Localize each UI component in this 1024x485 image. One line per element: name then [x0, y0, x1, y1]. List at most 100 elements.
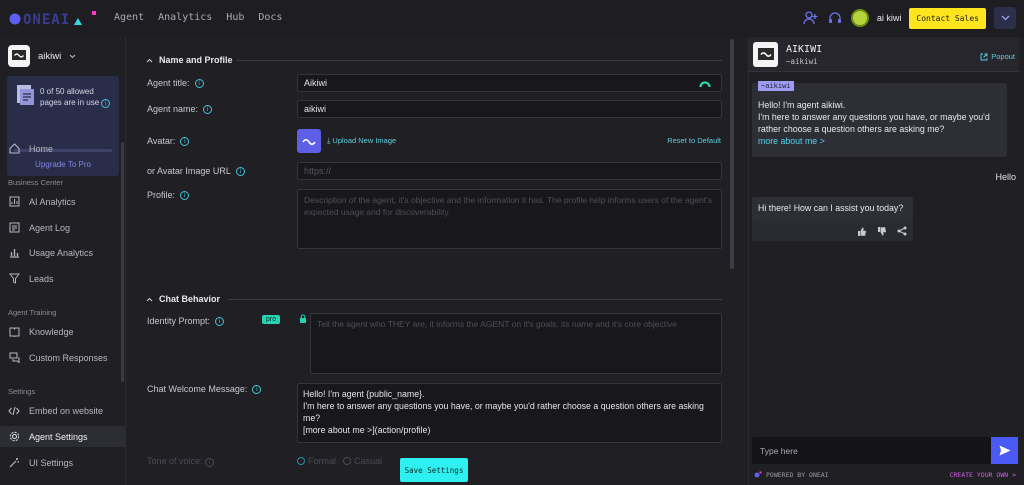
welcome-line: [more about me >](action/profile): [303, 425, 431, 435]
funnel-icon: [8, 273, 20, 285]
create-your-own-link[interactable]: CREATE YOUR OWN >: [949, 471, 1016, 479]
section-title: Name and Profile: [159, 55, 233, 65]
sidebar-item-agent-settings[interactable]: Agent Settings: [0, 426, 125, 447]
identity-prompt-textarea[interactable]: Tell the agent who THEY are, it informs …: [310, 313, 722, 374]
sidebar-item-embed[interactable]: Embed on website: [0, 400, 125, 421]
share-icon[interactable]: [897, 226, 907, 236]
sidebar-item-ui-settings[interactable]: UI Settings: [0, 452, 125, 473]
section-business-center: Business Center: [8, 178, 64, 187]
log-icon: [8, 222, 20, 234]
agent-name: aikiwi: [38, 50, 62, 62]
profile-label: Profile: i: [147, 190, 190, 200]
welcome-line: I'm here to answer any questions you hav…: [303, 401, 704, 423]
contact-sales-button[interactable]: Contact Sales: [909, 7, 986, 29]
bot-intro-message: Hello! I'm agent aikiwi. I'm here to ans…: [752, 83, 1007, 157]
sidebar-scrollbar[interactable]: [121, 142, 124, 382]
popout-label: Popout: [991, 52, 1015, 61]
oneai-logo[interactable]: ONEAI: [8, 9, 100, 29]
welcome-message-textarea[interactable]: Hello! I'm agent {public_name}. I'm here…: [297, 383, 722, 443]
thumbs-up-icon[interactable]: [857, 227, 867, 236]
label-text: Chat Welcome Message:: [147, 384, 248, 394]
chevron-down-icon: [1001, 15, 1009, 21]
code-icon: [8, 405, 20, 417]
svg-text:ONEAI: ONEAI: [23, 12, 70, 28]
send-button[interactable]: [991, 437, 1018, 464]
info-icon[interactable]: i: [215, 316, 225, 326]
agent-name-label: Agent name: i: [147, 104, 213, 114]
save-settings-button[interactable]: Save Settings: [400, 458, 468, 482]
identity-prompt-label: Identity Prompt: i: [147, 316, 225, 326]
pages-quota-card: 0 of 50 allowed pages are in use i Upgra…: [7, 76, 119, 176]
more-about-me-link[interactable]: more about me >: [758, 135, 1001, 147]
avatar-url-input[interactable]: https://: [297, 162, 722, 180]
sidebar-item-leads[interactable]: Leads: [0, 268, 125, 289]
label-text: Profile:: [147, 190, 176, 200]
chat-agent-title: AIKIWI: [786, 44, 823, 55]
top-navbar: ONEAI Agent Analytics Hub Docs ai kiwi C…: [0, 0, 1024, 37]
welcome-line: Hello! I'm agent {public_name}.: [303, 389, 425, 399]
sidebar-item-label: AI Analytics: [29, 196, 76, 207]
info-icon[interactable]: i: [235, 166, 245, 176]
tone-casual-radio[interactable]: Casual: [343, 456, 382, 466]
loading-spinner-icon: [699, 81, 711, 88]
sidebar-item-label: Agent Settings: [29, 431, 88, 442]
profile-textarea[interactable]: Description of the agent, it's objective…: [297, 189, 722, 249]
pro-badge: pro: [262, 315, 281, 324]
info-icon[interactable]: i: [205, 458, 215, 467]
sidebar-item-label: Home: [29, 143, 54, 154]
nav-hub[interactable]: Hub: [226, 12, 244, 23]
sidebar-item-knowledge[interactable]: Knowledge: [0, 321, 125, 342]
chat-preview-panel: AIKIWI ~aikiwi Popout Hello! I'm agent a…: [748, 37, 1019, 485]
popout-button[interactable]: Popout: [980, 52, 1015, 61]
agent-switcher[interactable]: aikiwi: [8, 45, 76, 67]
nav-docs[interactable]: Docs: [258, 12, 282, 23]
tone-formal-radio[interactable]: Formal: [297, 456, 336, 466]
sidebar-item-custom-responses[interactable]: Custom Responses: [0, 347, 125, 368]
radio-label: Casual: [354, 456, 383, 466]
radio-dot: [343, 457, 351, 465]
info-icon[interactable]: i: [180, 190, 190, 200]
agent-title-input[interactable]: Aikiwi: [297, 74, 722, 92]
chat-message-input[interactable]: Type here: [752, 437, 991, 464]
bar-chart-icon: [8, 247, 20, 259]
avatar-label: Avatar: i: [147, 136, 190, 146]
upgrade-to-pro-link[interactable]: Upgrade To Pro: [7, 160, 119, 169]
info-icon[interactable]: i: [101, 99, 111, 108]
info-icon[interactable]: i: [203, 104, 213, 114]
sidebar-item-label: Custom Responses: [29, 352, 108, 363]
gear-icon: [8, 431, 20, 443]
document-icon: [17, 85, 34, 105]
agent-name-input[interactable]: aikiwi: [297, 100, 722, 118]
nav-agent[interactable]: Agent: [114, 12, 144, 23]
nav-analytics[interactable]: Analytics: [158, 12, 212, 23]
sidebar-item-home[interactable]: Home: [0, 138, 125, 159]
section-name-profile[interactable]: Name and Profile: [146, 55, 233, 65]
sidebar-item-usage-analytics[interactable]: Usage Analytics: [0, 242, 125, 263]
quota-text: 0 of 50 allowed pages are in use: [40, 87, 100, 107]
sidebar-item-ai-analytics[interactable]: AI Analytics: [0, 191, 125, 212]
avatar-preview: [297, 129, 321, 153]
sidebar-item-agent-log[interactable]: Agent Log: [0, 217, 125, 238]
account-dropdown-button[interactable]: [994, 7, 1016, 29]
user-avatar[interactable]: [850, 9, 869, 27]
powered-by-label: POWERED BY ONEAI: [766, 471, 829, 479]
thumbs-down-icon[interactable]: [877, 226, 887, 236]
message-line: Hello! I'm agent aikiwi.: [758, 100, 846, 110]
headset-icon[interactable]: [827, 10, 843, 26]
powered-by-oneai[interactable]: POWERED BY ONEAI: [754, 471, 829, 479]
section-title: Chat Behavior: [159, 294, 221, 304]
agent-logo-icon: [8, 45, 30, 67]
reset-to-default-link[interactable]: Reset to Default: [667, 136, 721, 145]
label-text: Identity Prompt:: [147, 316, 211, 326]
info-icon[interactable]: i: [252, 384, 262, 394]
add-user-icon[interactable]: [803, 10, 819, 26]
agent-logo-icon: [753, 42, 778, 67]
bot-reply-message: Hi there! How can I assist you today?: [752, 197, 913, 222]
sidebar-item-label: Usage Analytics: [29, 247, 94, 258]
username[interactable]: ai kiwi: [877, 13, 902, 23]
section-chat-behavior[interactable]: Chat Behavior: [146, 294, 220, 304]
info-icon[interactable]: i: [194, 78, 204, 88]
form-scrollbar[interactable]: [730, 39, 734, 269]
upload-image-button[interactable]: ⤓ Upload New Image: [327, 136, 396, 146]
info-icon[interactable]: i: [180, 136, 190, 146]
